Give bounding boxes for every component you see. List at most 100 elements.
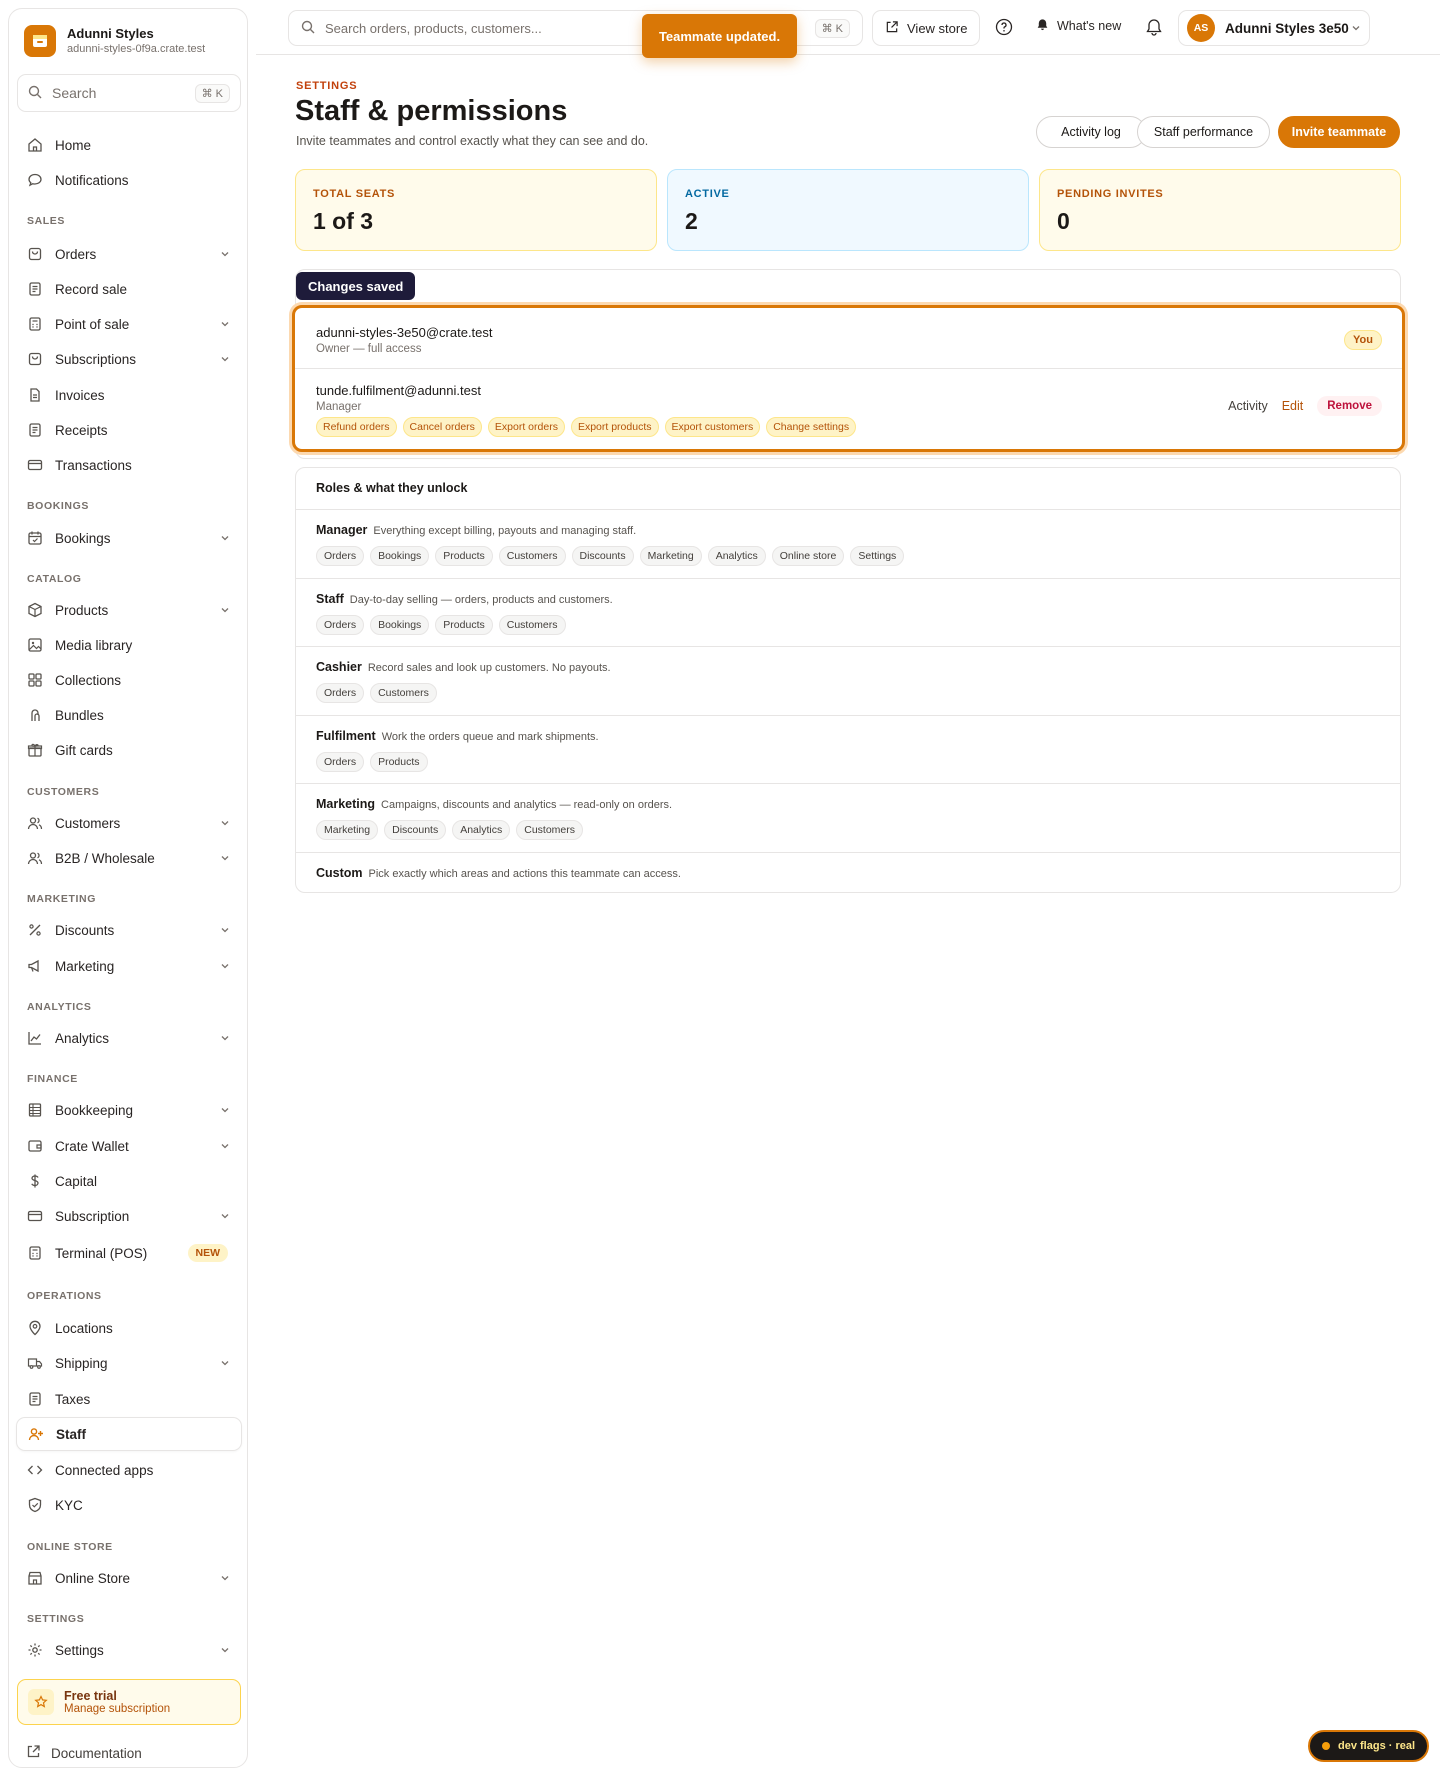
sidebar-item-kyc[interactable]: KYC	[16, 1488, 242, 1522]
sidebar-item-label: Record sale	[55, 281, 128, 297]
megaphone-icon	[26, 957, 44, 975]
sidebar-item-bookkeeping[interactable]: Bookkeeping	[16, 1093, 242, 1127]
calendar-icon	[26, 529, 44, 547]
role-tag: Orders	[316, 615, 365, 635]
role-name: Manager Everything except billing, payout…	[316, 523, 636, 537]
documentation-label: Documentation	[51, 1745, 142, 1761]
sidebar-item-subscriptions[interactable]: Subscriptions	[16, 342, 242, 376]
sidebar-item-label: Notifications	[55, 172, 129, 188]
role-row-marketing: Marketing Campaigns, discounts and analyt…	[296, 783, 1400, 852]
activity-link[interactable]: Activity	[1228, 399, 1268, 413]
chevron-down-icon	[218, 959, 232, 973]
sidebar-item-transactions[interactable]: Transactions	[16, 448, 242, 482]
activity-log-button[interactable]: Activity log	[1036, 116, 1146, 148]
sidebar-item-crate-wallet[interactable]: Crate Wallet	[16, 1129, 242, 1163]
sidebar-item-shipping[interactable]: Shipping	[16, 1346, 242, 1380]
sidebar-item-invoices[interactable]: Invoices	[16, 378, 242, 412]
role-tag: Customers	[498, 546, 566, 566]
sidebar-item-analytics[interactable]: Analytics	[16, 1021, 242, 1055]
member-role: Manager	[316, 401, 362, 413]
role-name-text: Fulfilment	[316, 729, 376, 743]
trial-title: Free trial	[64, 1689, 117, 1703]
sidebar-item-b2b-wholesale[interactable]: B2B / Wholesale	[16, 841, 242, 875]
sidebar-item-capital[interactable]: Capital	[16, 1164, 242, 1198]
sidebar-item-gift-cards[interactable]: Gift cards	[16, 733, 242, 767]
sidebar-item-record-sale[interactable]: Record sale	[16, 272, 242, 306]
user-plus-icon	[27, 1425, 45, 1443]
brand[interactable]: Adunni Styles adunni-styles-0f9a.crate.t…	[24, 25, 205, 57]
account-menu[interactable]: AS Adunni Styles 3e50	[1178, 10, 1370, 46]
role-tags: Orders Products	[316, 752, 428, 772]
role-tag: Customers	[498, 615, 566, 635]
page-subtitle: Invite teammates and control exactly wha…	[296, 134, 649, 148]
credit-card-icon	[26, 456, 44, 474]
role-name: Staff Day-to-day selling — orders, produc…	[316, 592, 613, 606]
dev-flags-badge[interactable]: dev flags · real	[1308, 1730, 1430, 1762]
sidebar-item-discounts[interactable]: Discounts	[16, 913, 242, 947]
sidebar-item-label: Subscriptions	[55, 351, 137, 367]
documentation-link[interactable]: Documentation	[26, 1744, 142, 1762]
role-tag: Orders	[316, 683, 365, 703]
sidebar-item-bookings[interactable]: Bookings	[16, 521, 242, 555]
sidebar-item-notifications[interactable]: Notifications	[16, 163, 242, 197]
sidebar-item-customers[interactable]: Customers	[16, 806, 242, 840]
chevron-down-icon	[218, 531, 232, 545]
home-icon	[26, 136, 44, 154]
dev-flags-label: dev flags · real	[1338, 1740, 1416, 1752]
sidebar-item-orders[interactable]: Orders	[16, 237, 242, 271]
sidebar-item-label: Bookkeeping	[55, 1102, 134, 1118]
free-trial-card[interactable]: Free trial Manage subscription	[17, 1679, 241, 1725]
edit-member-button[interactable]: Edit	[1282, 399, 1304, 413]
member-row-owner[interactable]: adunni-styles-3e50@crate.test Owner — fu…	[295, 308, 1402, 368]
gift-icon	[26, 741, 44, 759]
sidebar-item-products[interactable]: Products	[16, 593, 242, 627]
chevron-down-icon	[218, 1031, 232, 1045]
sidebar-item-point-of-sale[interactable]: Point of sale	[16, 307, 242, 341]
section-heading-catalog: CATALOG	[27, 573, 82, 585]
sidebar-item-terminal-pos[interactable]: Terminal (POS) NEW	[16, 1236, 242, 1270]
stat-value: 2	[685, 208, 698, 234]
sidebar-item-settings[interactable]: Settings	[16, 1633, 242, 1667]
sidebar-item-connected-apps[interactable]: Connected apps	[16, 1453, 242, 1487]
sidebar-item-locations[interactable]: Locations	[16, 1311, 242, 1345]
chevron-down-icon	[218, 1139, 232, 1153]
member-row-manager[interactable]: tunde.fulfilment@adunni.test Manager Ref…	[295, 368, 1402, 449]
wallet-icon	[26, 1137, 44, 1155]
role-name: Fulfilment Work the orders queue and mark…	[316, 729, 599, 743]
sidebar-item-media-library[interactable]: Media library	[16, 628, 242, 662]
member-email: adunni-styles-3e50@crate.test	[316, 325, 493, 340]
new-badge: NEW	[187, 1244, 228, 1262]
remove-member-button[interactable]: Remove	[1317, 396, 1382, 416]
sidebar-item-subscription[interactable]: Subscription	[16, 1199, 242, 1233]
sidebar: Adunni Styles adunni-styles-0f9a.crate.t…	[8, 8, 248, 1768]
sidebar-search[interactable]: Search ⌘ K	[17, 74, 241, 112]
view-store-button[interactable]: View store	[872, 10, 981, 46]
help-icon[interactable]	[993, 16, 1015, 38]
chat-bubble-icon	[26, 171, 44, 189]
manage-subscription-link[interactable]: Manage subscription	[64, 1703, 170, 1715]
whats-new-button[interactable]: What's new	[1036, 18, 1121, 34]
sidebar-item-label: Receipts	[55, 422, 108, 438]
sidebar-item-staff[interactable]: Staff	[16, 1417, 242, 1451]
dollar-icon	[26, 1172, 44, 1190]
store-name: Adunni Styles	[67, 26, 154, 41]
sidebar-item-marketing[interactable]: Marketing	[16, 949, 242, 983]
role-name-text: Cashier	[316, 660, 362, 674]
role-description: Record sales and look up customers. No p…	[367, 662, 611, 674]
sidebar-item-label: Capital	[55, 1173, 98, 1189]
permission-tag: Export customers	[664, 417, 761, 437]
bell-icon[interactable]	[1143, 16, 1165, 38]
sidebar-item-label: Bookings	[55, 530, 111, 546]
sidebar-item-bundles[interactable]: Bundles	[16, 698, 242, 732]
sidebar-item-home[interactable]: Home	[16, 128, 242, 162]
sidebar-item-online-store[interactable]: Online Store	[16, 1561, 242, 1595]
sidebar-item-label: Analytics	[55, 1030, 110, 1046]
staff-performance-button[interactable]: Staff performance	[1137, 116, 1270, 148]
sidebar-item-collections[interactable]: Collections	[16, 663, 242, 697]
sidebar-item-receipts[interactable]: Receipts	[16, 413, 242, 447]
permission-tag: Refund orders	[316, 417, 397, 437]
sidebar-item-label: B2B / Wholesale	[55, 850, 155, 866]
sidebar-item-taxes[interactable]: Taxes	[16, 1382, 242, 1416]
permission-tag: Cancel orders	[402, 417, 482, 437]
invite-teammate-button[interactable]: Invite teammate	[1278, 116, 1400, 148]
